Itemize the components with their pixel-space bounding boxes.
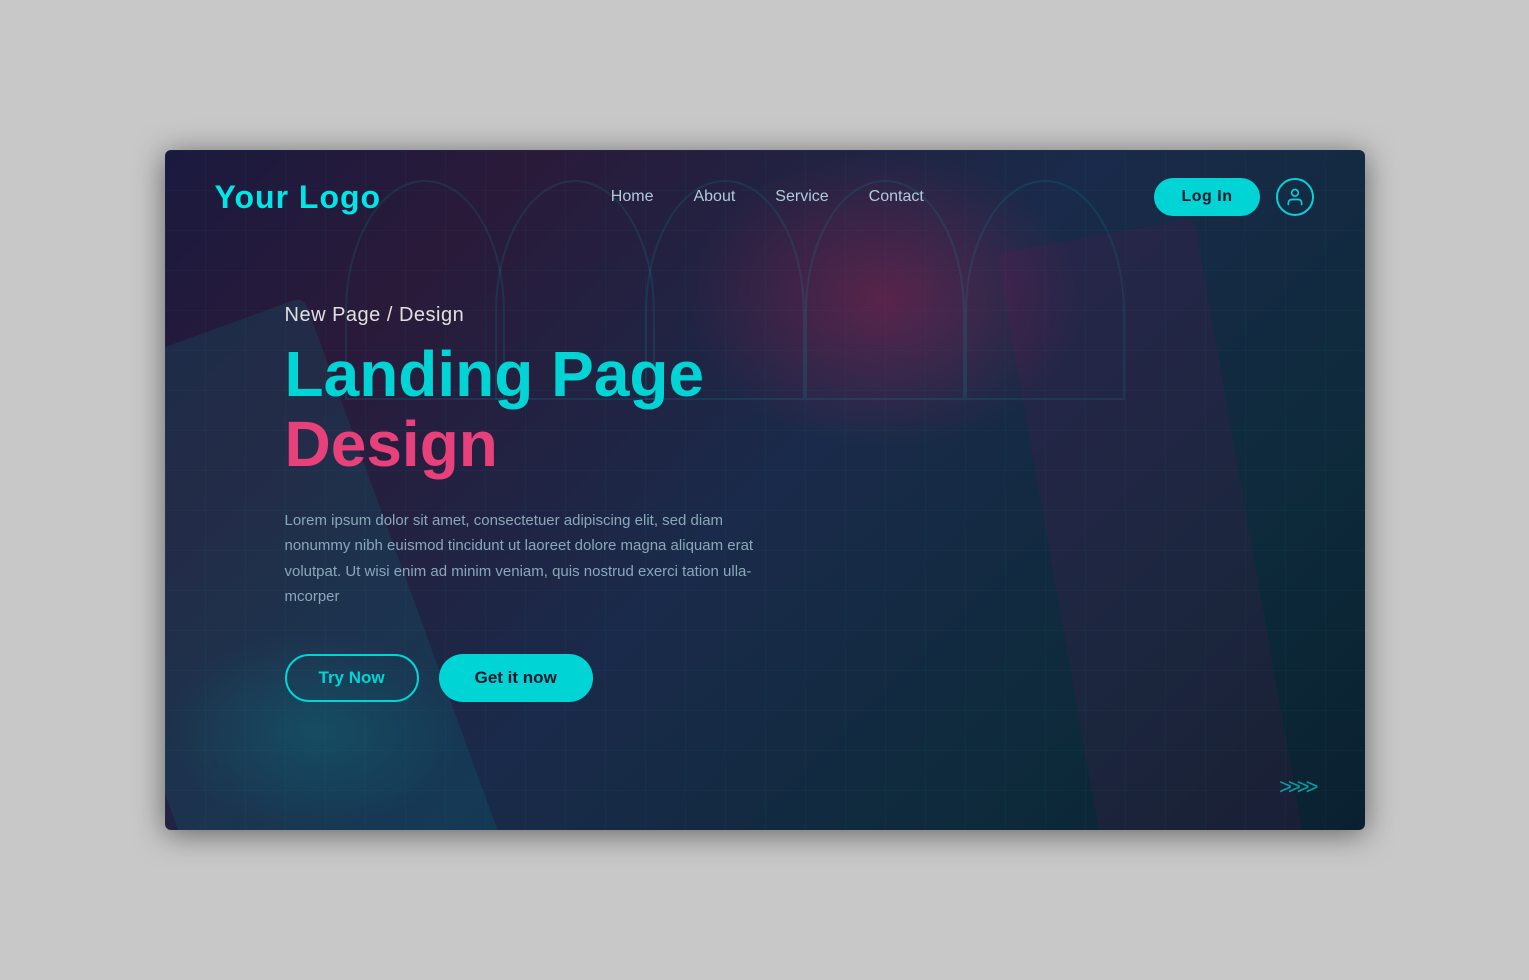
- outer-wrapper: Your Logo Home About Service Contact Log…: [165, 100, 1365, 880]
- navbar: Your Logo Home About Service Contact Log…: [165, 150, 1365, 244]
- nav-right: Log In: [1154, 178, 1315, 216]
- get-it-now-button[interactable]: Get it now: [439, 654, 593, 702]
- website-frame: Your Logo Home About Service Contact Log…: [165, 150, 1365, 830]
- hero-subtitle: New Page / Design: [285, 304, 795, 327]
- hero-title-line2: Design: [285, 409, 795, 479]
- hero-section: New Page / Design Landing Page Design Lo…: [165, 244, 845, 742]
- nav-service[interactable]: Service: [775, 188, 828, 206]
- login-button[interactable]: Log In: [1154, 178, 1261, 216]
- hero-title-line1: Landing Page: [285, 339, 795, 409]
- nav-home[interactable]: Home: [611, 188, 654, 206]
- chevrons-icon[interactable]: >>>>: [1279, 774, 1314, 800]
- logo: Your Logo: [215, 179, 382, 216]
- bg-diagonal-2: [997, 219, 1333, 830]
- user-icon[interactable]: [1276, 178, 1314, 216]
- nav-contact[interactable]: Contact: [869, 188, 924, 206]
- try-now-button[interactable]: Try Now: [285, 654, 419, 702]
- nav-about[interactable]: About: [693, 188, 735, 206]
- hero-buttons: Try Now Get it now: [285, 654, 795, 702]
- hero-description: Lorem ipsum dolor sit amet, consectetuer…: [285, 508, 755, 610]
- nav-links: Home About Service Contact: [611, 188, 924, 206]
